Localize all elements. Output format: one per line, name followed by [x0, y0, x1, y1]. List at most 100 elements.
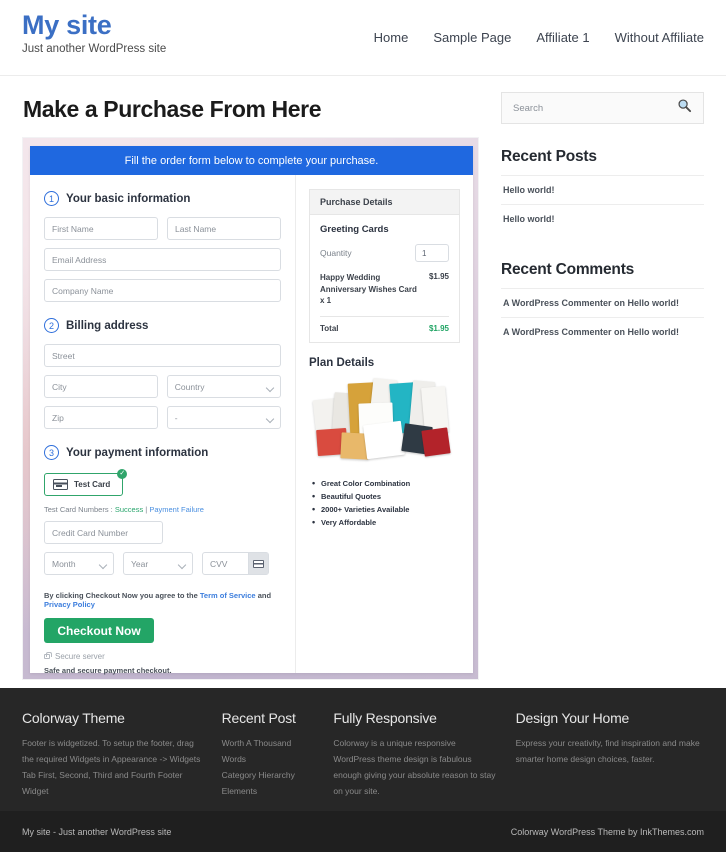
main-content: Make a Purchase From Here Fill the order…	[22, 76, 479, 680]
terms-of-service-link[interactable]: Term of Service	[200, 591, 256, 600]
lock-icon	[44, 652, 52, 659]
company-input[interactable]: Company Name	[44, 279, 281, 302]
footer-column-colorway-theme: Colorway Theme Footer is widgetized. To …	[22, 710, 222, 811]
order-form-right: Purchase Details Greeting Cards Quantity…	[296, 175, 473, 673]
recent-posts-list: Hello world! Hello world!	[501, 175, 704, 233]
test-card-numbers: Test Card Numbers : Success | Payment Fa…	[44, 505, 281, 514]
greeting-cards-image	[311, 377, 459, 470]
step-basic-information: 1 Your basic information	[44, 191, 281, 206]
footer-column-text: Express your creativity, find inspiratio…	[515, 738, 700, 765]
line-item-name: Happy Wedding Anniversary Wishes Card x …	[320, 273, 417, 306]
expiry-month-select[interactable]: Month	[44, 552, 114, 575]
test-card-option[interactable]: Test Card ✓	[44, 469, 128, 496]
step-3-number: 3	[44, 445, 59, 460]
order-form-wrapper: Fill the order form below to complete yo…	[22, 137, 479, 680]
quantity-input[interactable]: 1	[415, 244, 449, 262]
test-numbers-failure-link[interactable]: Payment Failure	[149, 505, 204, 514]
secure-server-note: Secure server	[44, 652, 281, 661]
list-item[interactable]: Elements	[222, 783, 316, 799]
step-1-label: Your basic information	[66, 192, 191, 205]
zip-state-row: Zip -	[44, 406, 281, 437]
zip-input[interactable]: Zip	[44, 406, 158, 429]
list-item[interactable]: Category Hierarchy	[222, 767, 316, 783]
inkthemes-credit-link[interactable]: Colorway WordPress Theme by InkThemes.co…	[511, 827, 704, 837]
purchase-details-heading: Purchase Details	[310, 190, 459, 215]
card-back-icon	[248, 553, 268, 574]
footer-column-title: Colorway Theme	[22, 710, 125, 726]
cvv-placeholder: CVV	[210, 558, 228, 569]
site-branding[interactable]: My site Just another WordPress site	[22, 0, 167, 56]
terms-and: and	[255, 591, 272, 600]
plan-details-title: Plan Details	[309, 356, 375, 369]
nav-item-sample-page[interactable]: Sample Page	[433, 30, 511, 45]
test-card-label: Test Card	[74, 480, 111, 489]
total-row: Total $1.95	[320, 324, 449, 333]
footer-column-recent-post: Recent Post Worth A Thousand Words Categ…	[222, 710, 334, 811]
quantity-row: Quantity 1	[320, 244, 449, 262]
expiry-cvv-row: Month Year CVV	[44, 552, 281, 583]
footer-recent-post-list: Worth A Thousand Words Category Hierarch…	[222, 735, 316, 800]
list-item[interactable]: A WordPress Commenter on Hello world!	[501, 317, 704, 346]
nav-item-home[interactable]: Home	[374, 30, 409, 45]
test-numbers-prefix: Test Card Numbers :	[44, 505, 115, 514]
search-input[interactable]: Search	[513, 103, 543, 114]
search-icon[interactable]	[677, 98, 692, 118]
cvv-input[interactable]: CVV	[202, 552, 269, 575]
secure-server-label: Secure server	[55, 652, 105, 661]
order-form-card: Fill the order form below to complete yo…	[30, 146, 473, 675]
plan-feature-item: 2000+ Varieties Available	[312, 504, 460, 514]
first-name-input[interactable]: First Name	[44, 217, 158, 240]
expiry-year-select[interactable]: Year	[123, 552, 193, 575]
last-name-input[interactable]: Last Name	[167, 217, 281, 240]
step-2-number: 2	[44, 318, 59, 333]
checkout-now-button[interactable]: Checkout Now	[44, 618, 154, 643]
primary-navigation: Home Sample Page Affiliate 1 Without Aff…	[374, 0, 704, 45]
footer-column-title: Recent Post	[221, 710, 296, 726]
email-input[interactable]: Email Address	[44, 248, 281, 271]
card-number-input[interactable]: Credit Card Number	[44, 521, 163, 544]
divider	[320, 315, 449, 317]
site-header: My site Just another WordPress site Home…	[0, 0, 726, 76]
copyright-left: My site - Just another WordPress site	[22, 826, 172, 837]
plan-feature-item: Great Color Combination	[312, 478, 460, 488]
order-form-left: 1 Your basic information First Name Last…	[30, 175, 296, 675]
product-name: Greeting Cards	[320, 224, 389, 235]
country-select[interactable]: Country	[166, 375, 281, 398]
total-label: Total	[320, 323, 339, 333]
safe-checkout-note: Safe and secure payment checkout.	[44, 666, 172, 675]
step-1-number: 1	[44, 191, 59, 206]
check-icon: ✓	[117, 469, 128, 479]
site-tagline: Just another WordPress site	[22, 43, 167, 56]
search-widget[interactable]: Search	[501, 92, 704, 124]
page-title: Make a Purchase From Here	[23, 96, 322, 122]
privacy-policy-link[interactable]: Privacy Policy	[44, 600, 95, 609]
list-item[interactable]: A WordPress Commenter on Hello world!	[501, 288, 704, 317]
list-item[interactable]: Hello world!	[501, 204, 704, 233]
street-input[interactable]: Street	[44, 344, 281, 367]
sidebar: Search Recent Posts Hello world! Hello w…	[501, 76, 704, 680]
quantity-label: Quantity	[320, 248, 352, 258]
nav-item-without-affiliate[interactable]: Without Affiliate	[615, 30, 704, 45]
sub-footer: My site - Just another WordPress site Co…	[0, 811, 726, 852]
nav-item-affiliate-1[interactable]: Affiliate 1	[536, 30, 589, 45]
site-footer: Colorway Theme Footer is widgetized. To …	[0, 688, 726, 811]
step-billing-address: 2 Billing address	[44, 318, 281, 333]
recent-comments-title: Recent Comments	[501, 261, 635, 278]
site-title[interactable]: My site	[22, 11, 166, 40]
state-select[interactable]: -	[166, 406, 281, 429]
order-banner: Fill the order form below to complete yo…	[30, 146, 473, 175]
list-item[interactable]: Hello world!	[501, 175, 704, 204]
footer-column-title: Design Your Home	[515, 710, 630, 726]
footer-column-title: Fully Responsive	[333, 710, 437, 726]
footer-column-fully-responsive: Fully Responsive Colorway is a unique re…	[333, 710, 515, 811]
plan-feature-list: Great Color Combination Beautiful Quotes…	[309, 478, 460, 527]
list-item[interactable]: Worth A Thousand Words	[222, 735, 316, 767]
test-numbers-success-link[interactable]: Success	[115, 505, 143, 514]
purchase-details-box: Purchase Details Greeting Cards Quantity…	[309, 189, 460, 343]
recent-posts-title: Recent Posts	[501, 148, 597, 165]
step-payment-information: 3 Your payment information	[44, 445, 281, 460]
step-3-label: Your payment information	[66, 446, 209, 459]
city-input[interactable]: City	[44, 375, 158, 398]
